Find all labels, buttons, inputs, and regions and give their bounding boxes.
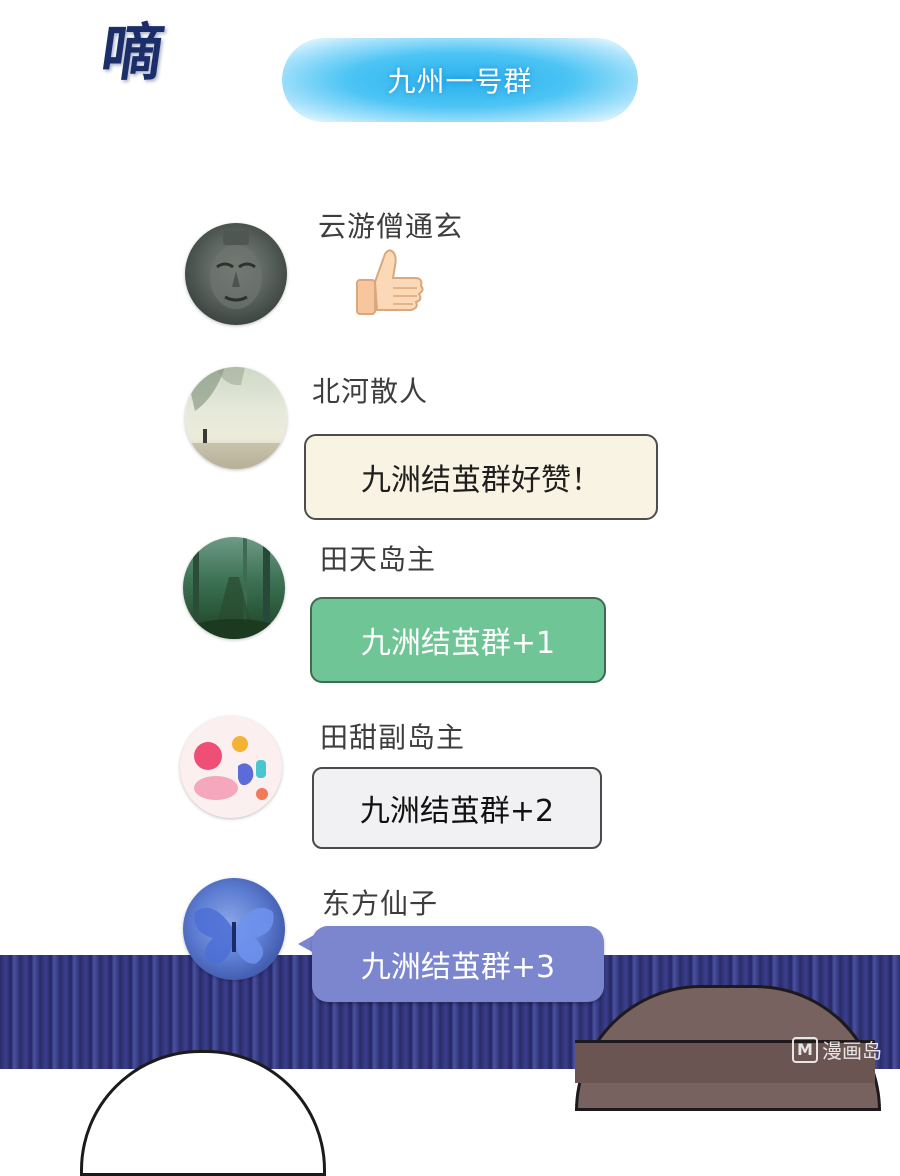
message-text: 九洲结茧群好赞！	[361, 463, 601, 498]
sender-name: 田天岛主	[320, 543, 437, 576]
avatar[interactable]	[185, 367, 287, 469]
group-title-banner: 九州一号群	[282, 38, 638, 122]
message-bubble[interactable]: 九洲结茧群+3	[312, 926, 604, 1002]
watermark: M 漫画岛	[792, 1035, 882, 1064]
sender-name: 云游僧通玄	[318, 210, 464, 243]
message-text: 九洲结茧群+2	[359, 794, 555, 829]
message-bubble[interactable]: 九洲结茧群+2	[312, 767, 602, 849]
sender-name: 田甜副岛主	[320, 721, 466, 754]
watermark-logo: M	[792, 1036, 818, 1063]
group-title: 九州一号群	[387, 65, 533, 98]
sender-name: 东方仙子	[322, 887, 439, 920]
avatar[interactable]	[180, 716, 282, 818]
sound-effect-text: 嘀	[96, 16, 163, 89]
message-bubble[interactable]: 九洲结茧群好赞！	[304, 434, 658, 520]
watermark-text: 漫画岛	[822, 1039, 882, 1063]
message-bubble[interactable]: 九洲结茧群+1	[310, 597, 606, 683]
sender-name: 北河散人	[312, 375, 429, 408]
thumbs-up-icon	[353, 246, 427, 326]
message-text: 九洲结茧群+3	[360, 950, 556, 985]
avatar[interactable]	[185, 223, 287, 325]
avatar[interactable]	[183, 537, 285, 639]
message-text: 九洲结茧群+1	[360, 626, 556, 661]
avatar[interactable]	[183, 878, 285, 980]
